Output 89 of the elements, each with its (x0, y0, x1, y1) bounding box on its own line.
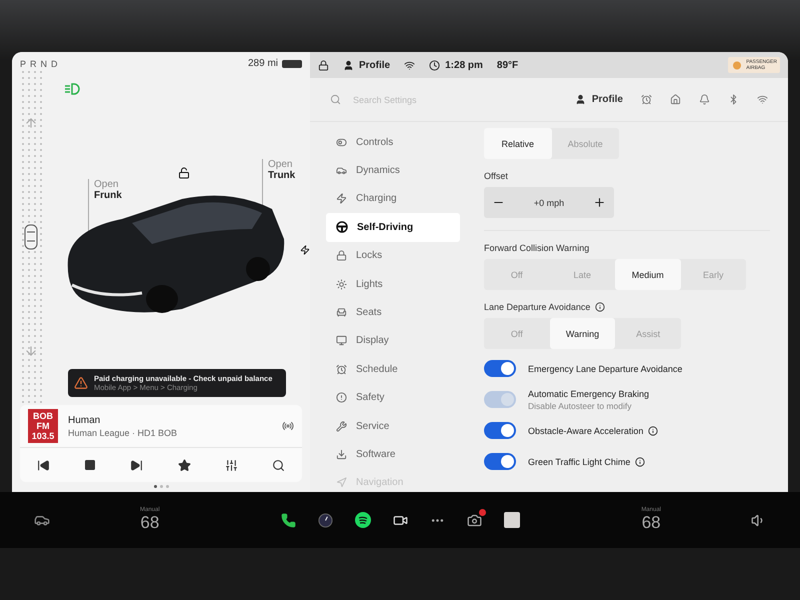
range-reading: 289 mi (248, 58, 278, 69)
temperature-text: 89°F (496, 60, 518, 70)
radio-icon[interactable] (282, 420, 294, 432)
settings-menu-item[interactable]: Service (326, 412, 460, 440)
gear-letter: R (30, 58, 38, 68)
trunk-action[interactable]: Open (268, 159, 296, 170)
info-icon[interactable] (595, 302, 606, 312)
frunk-label[interactable]: Frunk (94, 190, 122, 201)
download-icon (336, 448, 347, 460)
headlight-icon (64, 83, 80, 95)
car-icon (336, 165, 347, 176)
profile-icon (574, 94, 586, 105)
temperature-setting[interactable]: 68 (140, 513, 160, 533)
display-icon (336, 335, 347, 346)
toggle-label: Obstacle-Aware Acceleration (528, 426, 644, 436)
settings-menu-item[interactable]: Safety (326, 384, 460, 412)
toggle-icon (336, 136, 347, 148)
trunk-label[interactable]: Trunk (268, 170, 296, 181)
unlocked-icon[interactable] (178, 167, 190, 179)
star-icon[interactable] (178, 458, 191, 472)
clock-icon (429, 60, 440, 70)
bluetooth-icon[interactable] (728, 94, 739, 105)
lightning-icon (336, 193, 347, 204)
toggle-switch[interactable] (484, 360, 516, 377)
station-logo: BOB FM 103.5 (28, 409, 58, 443)
bell-icon[interactable] (699, 94, 710, 105)
car-top-icon (24, 224, 38, 250)
seat-icon (336, 307, 347, 318)
settings-menu-item[interactable]: Dynamics (326, 156, 460, 185)
frunk-action[interactable]: Open (94, 179, 122, 190)
plus-icon[interactable] (593, 196, 606, 209)
settings-menu-item[interactable]: Controls (326, 128, 460, 156)
settings-menu-item[interactable]: Seats (326, 298, 460, 327)
offset-value: +0 mph (534, 198, 564, 208)
setting-label: Lane Departure Avoidance (484, 302, 590, 312)
settings-menu-item[interactable]: Lights (326, 270, 460, 298)
profile-name[interactable]: Profile (592, 94, 623, 105)
alarm-clock-icon[interactable] (641, 94, 652, 105)
toggle-label: Automatic Emergency Braking (528, 388, 650, 398)
toggle-switch[interactable] (484, 422, 516, 439)
settings-menu-item[interactable]: Charging (326, 184, 460, 214)
settings-menu-item[interactable]: Schedule (326, 355, 460, 384)
toggle-hint: Disable Autosteer to modify (528, 400, 632, 410)
navigation-icon (336, 477, 347, 488)
profile-icon (343, 60, 354, 70)
wifi-icon (404, 60, 416, 70)
alarm-clock-icon (336, 364, 347, 375)
track-title: Human (68, 414, 102, 426)
settings-menu-item[interactable]: Software (326, 440, 460, 469)
offset-label: Offset (484, 171, 508, 181)
segment-option[interactable]: Relative (484, 128, 552, 159)
gear-letter: N (40, 58, 48, 68)
battery-icon (282, 60, 302, 68)
setting-label: Forward Collision Warning (484, 243, 590, 253)
search-icon[interactable] (272, 458, 285, 472)
music-app-icon[interactable] (353, 510, 373, 530)
toggle-label: Green Traffic Light Chime (528, 456, 630, 466)
steering-wheel-icon (336, 221, 348, 234)
track-subtitle: Human League · HD1 BOB (68, 428, 178, 438)
toggle-label: Emergency Lane Departure Avoidance (528, 364, 682, 374)
sun-icon (336, 278, 347, 290)
wifi-icon[interactable] (757, 94, 768, 105)
alert-icon (336, 392, 347, 404)
wrench-icon (336, 420, 347, 432)
lock-icon[interactable] (318, 60, 329, 70)
search-icon (330, 94, 341, 105)
profile-name[interactable]: Profile (359, 60, 390, 70)
phone-icon[interactable] (279, 510, 298, 530)
info-icon[interactable] (648, 426, 658, 436)
garage-icon[interactable] (670, 94, 681, 105)
gear-letter: P (20, 58, 28, 68)
next-icon[interactable] (130, 458, 144, 472)
settings-menu-item[interactable]: Locks (326, 242, 460, 270)
time-text: 1:28 pm (445, 60, 483, 70)
stop-icon[interactable] (84, 459, 96, 471)
settings-menu-item[interactable]: Display (326, 326, 460, 356)
gear-letter: D (51, 58, 59, 68)
equalizer-icon[interactable] (224, 458, 238, 472)
lock-icon (336, 250, 347, 262)
toggle-switch[interactable] (484, 453, 516, 470)
segment-option[interactable]: Medium (615, 259, 680, 290)
lightning-icon[interactable] (300, 245, 310, 255)
settings-menu-item[interactable]: Self-Driving (326, 213, 460, 242)
info-icon[interactable] (635, 456, 646, 466)
warning-icon (74, 376, 88, 390)
temperature-setting[interactable]: 68 (642, 513, 661, 533)
previous-icon[interactable] (37, 458, 50, 472)
segment-option[interactable]: Warning (550, 318, 616, 349)
dial-icon[interactable] (316, 510, 335, 530)
